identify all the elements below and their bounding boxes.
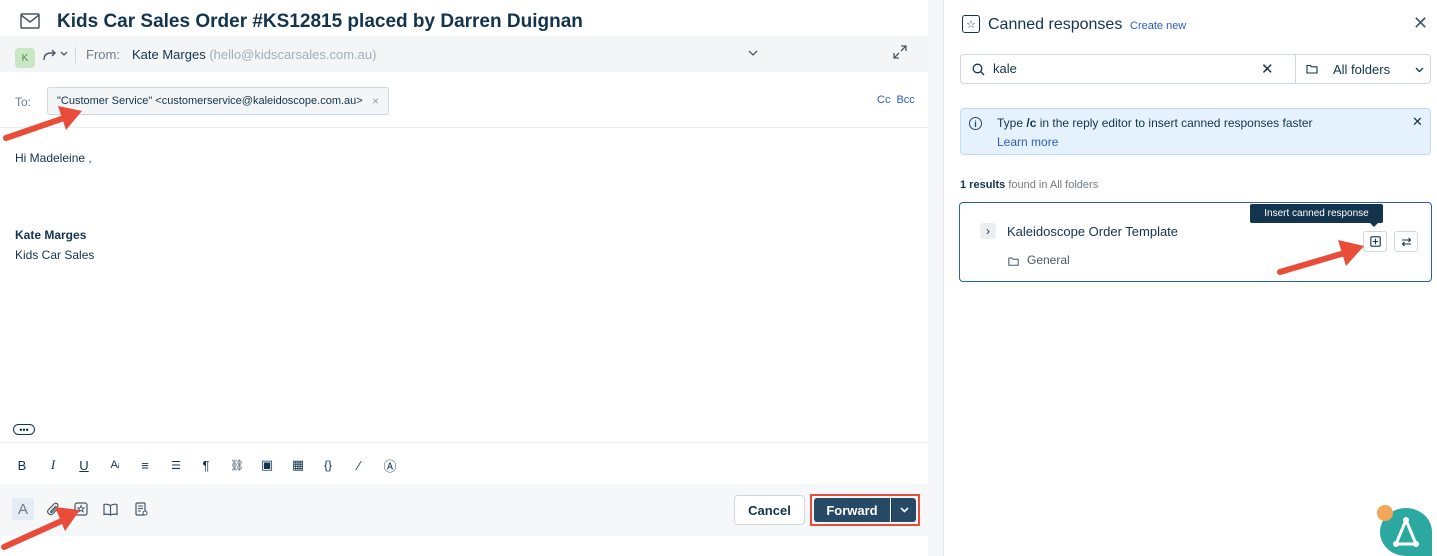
recipient-address: "Customer Service" <customerservice@kale… bbox=[57, 95, 363, 107]
chevron-down-icon[interactable] bbox=[60, 51, 68, 57]
chevron-right-icon[interactable]: › bbox=[980, 223, 996, 239]
info-text-end: in the reply editor to insert canned res… bbox=[1036, 116, 1313, 130]
insert-canned-response-button[interactable] bbox=[1363, 231, 1387, 252]
chevron-down-icon[interactable] bbox=[1415, 67, 1424, 73]
code-icon[interactable]: {} bbox=[320, 457, 336, 473]
clear-search-icon[interactable]: ✕ bbox=[1261, 60, 1274, 78]
canned-responses-panel: ☆ Canned responses Create new ✕ ✕ All fo… bbox=[943, 0, 1437, 556]
info-banner: i Type /c in the reply editor to insert … bbox=[960, 108, 1431, 155]
from-email: (hello@kidscarsales.com.au) bbox=[209, 47, 377, 62]
chevron-down-icon[interactable] bbox=[748, 50, 758, 57]
search-icon bbox=[972, 63, 985, 76]
dismiss-icon[interactable]: ✕ bbox=[1412, 114, 1423, 130]
divider bbox=[75, 47, 76, 63]
bcc-link[interactable]: Bcc bbox=[896, 94, 914, 106]
email-subject: Kids Car Sales Order #KS12815 placed by … bbox=[57, 11, 583, 32]
ordered-list-icon[interactable]: ≡ bbox=[137, 457, 153, 473]
search-bar: ✕ All folders bbox=[960, 54, 1431, 84]
bold-icon[interactable]: B bbox=[14, 457, 30, 473]
panel-divider bbox=[928, 0, 943, 556]
forward-options-button[interactable] bbox=[891, 498, 916, 522]
envelope-icon bbox=[20, 13, 40, 29]
replace-button[interactable] bbox=[1394, 231, 1418, 252]
tooltip-pointer bbox=[1370, 223, 1378, 227]
email-composer: Kids Car Sales Order #KS12815 placed by … bbox=[0, 0, 928, 556]
from-label: From: bbox=[86, 47, 120, 62]
canned-response-icon[interactable] bbox=[72, 500, 90, 518]
clear-format-icon[interactable]: ⁄ bbox=[351, 457, 367, 473]
folder-icon bbox=[1306, 64, 1318, 74]
font-size-icon[interactable]: Aᵢ bbox=[107, 457, 123, 473]
folder-filter-select[interactable]: All folders bbox=[1333, 62, 1390, 77]
knowledge-base-icon[interactable] bbox=[101, 500, 119, 518]
recipient-chip[interactable]: "Customer Service" <customerservice@kale… bbox=[47, 87, 389, 115]
image-icon[interactable]: ▣ bbox=[259, 457, 275, 473]
forward-button-group: Forward bbox=[810, 494, 920, 526]
from-name: Kate Marges bbox=[132, 47, 206, 62]
chevron-down-icon bbox=[899, 507, 909, 513]
results-summary: 1 results found in All folders bbox=[960, 179, 1098, 191]
swap-icon bbox=[1401, 237, 1411, 246]
expand-icon[interactable] bbox=[893, 45, 907, 59]
ai-icon[interactable]: Ⓐ bbox=[382, 457, 398, 474]
signature-name[interactable]: Kate Marges bbox=[15, 228, 86, 242]
format-toolbar: B I U Aᵢ ≡ ☰ ¶ ⛓ ▣ ▦ {} ⁄ Ⓐ bbox=[0, 442, 928, 484]
action-bar: A Cancel Forward bbox=[0, 484, 928, 536]
close-icon[interactable]: ✕ bbox=[1413, 13, 1428, 34]
cancel-button[interactable]: Cancel bbox=[734, 495, 805, 525]
bullet-list-icon[interactable]: ☰ bbox=[168, 457, 184, 473]
text-format-icon[interactable]: A bbox=[12, 498, 34, 520]
link-icon[interactable]: ⛓ bbox=[229, 457, 245, 473]
email-greeting[interactable]: Hi Madeleine , bbox=[15, 148, 92, 168]
cc-link[interactable]: Cc bbox=[877, 94, 890, 106]
to-label: To: bbox=[15, 95, 32, 109]
from-select[interactable]: Kate Marges (hello@kidscarsales.com.au) bbox=[132, 47, 376, 62]
star-icon: ☆ bbox=[962, 15, 980, 33]
italic-icon[interactable]: I bbox=[45, 457, 61, 473]
avatar: K bbox=[15, 48, 35, 68]
forward-arrow-icon[interactable] bbox=[43, 49, 57, 61]
from-row: K From: Kate Marges (hello@kidscarsales.… bbox=[0, 36, 928, 72]
attachment-icon[interactable] bbox=[44, 500, 62, 518]
info-text-start: Type bbox=[997, 116, 1027, 130]
forward-button[interactable]: Forward bbox=[814, 498, 890, 522]
create-new-link[interactable]: Create new bbox=[1130, 20, 1186, 32]
info-shortcut: /c bbox=[1026, 116, 1037, 130]
folder-icon bbox=[1008, 257, 1019, 266]
template-icon[interactable] bbox=[132, 500, 150, 518]
underline-icon[interactable]: U bbox=[76, 457, 92, 473]
insert-icon bbox=[1369, 236, 1381, 247]
search-input[interactable] bbox=[993, 61, 1253, 76]
learn-more-link[interactable]: Learn more bbox=[997, 135, 1058, 149]
panel-title: Canned responses bbox=[988, 16, 1123, 33]
divider bbox=[1295, 55, 1296, 83]
insert-tooltip: Insert canned response bbox=[1250, 204, 1383, 223]
canned-response-folder: General bbox=[1027, 253, 1070, 267]
results-count: 1 results bbox=[960, 179, 1006, 191]
paragraph-icon[interactable]: ¶ bbox=[198, 457, 214, 473]
canned-response-title: Kaleidoscope Order Template bbox=[1007, 224, 1179, 239]
table-icon[interactable]: ▦ bbox=[290, 457, 306, 473]
notification-dot bbox=[1377, 505, 1393, 521]
results-scope: found in All folders bbox=[1008, 179, 1099, 191]
to-row: To: "Customer Service" <customerservice@… bbox=[0, 72, 928, 128]
info-icon: i bbox=[969, 117, 982, 130]
remove-recipient-icon[interactable]: × bbox=[372, 94, 379, 108]
cc-bcc-links: Cc Bcc bbox=[877, 94, 921, 106]
show-more-button[interactable]: ••• bbox=[13, 424, 35, 435]
info-text: Type /c in the reply editor to insert ca… bbox=[997, 116, 1313, 130]
signature-company[interactable]: Kids Car Sales bbox=[15, 248, 94, 262]
